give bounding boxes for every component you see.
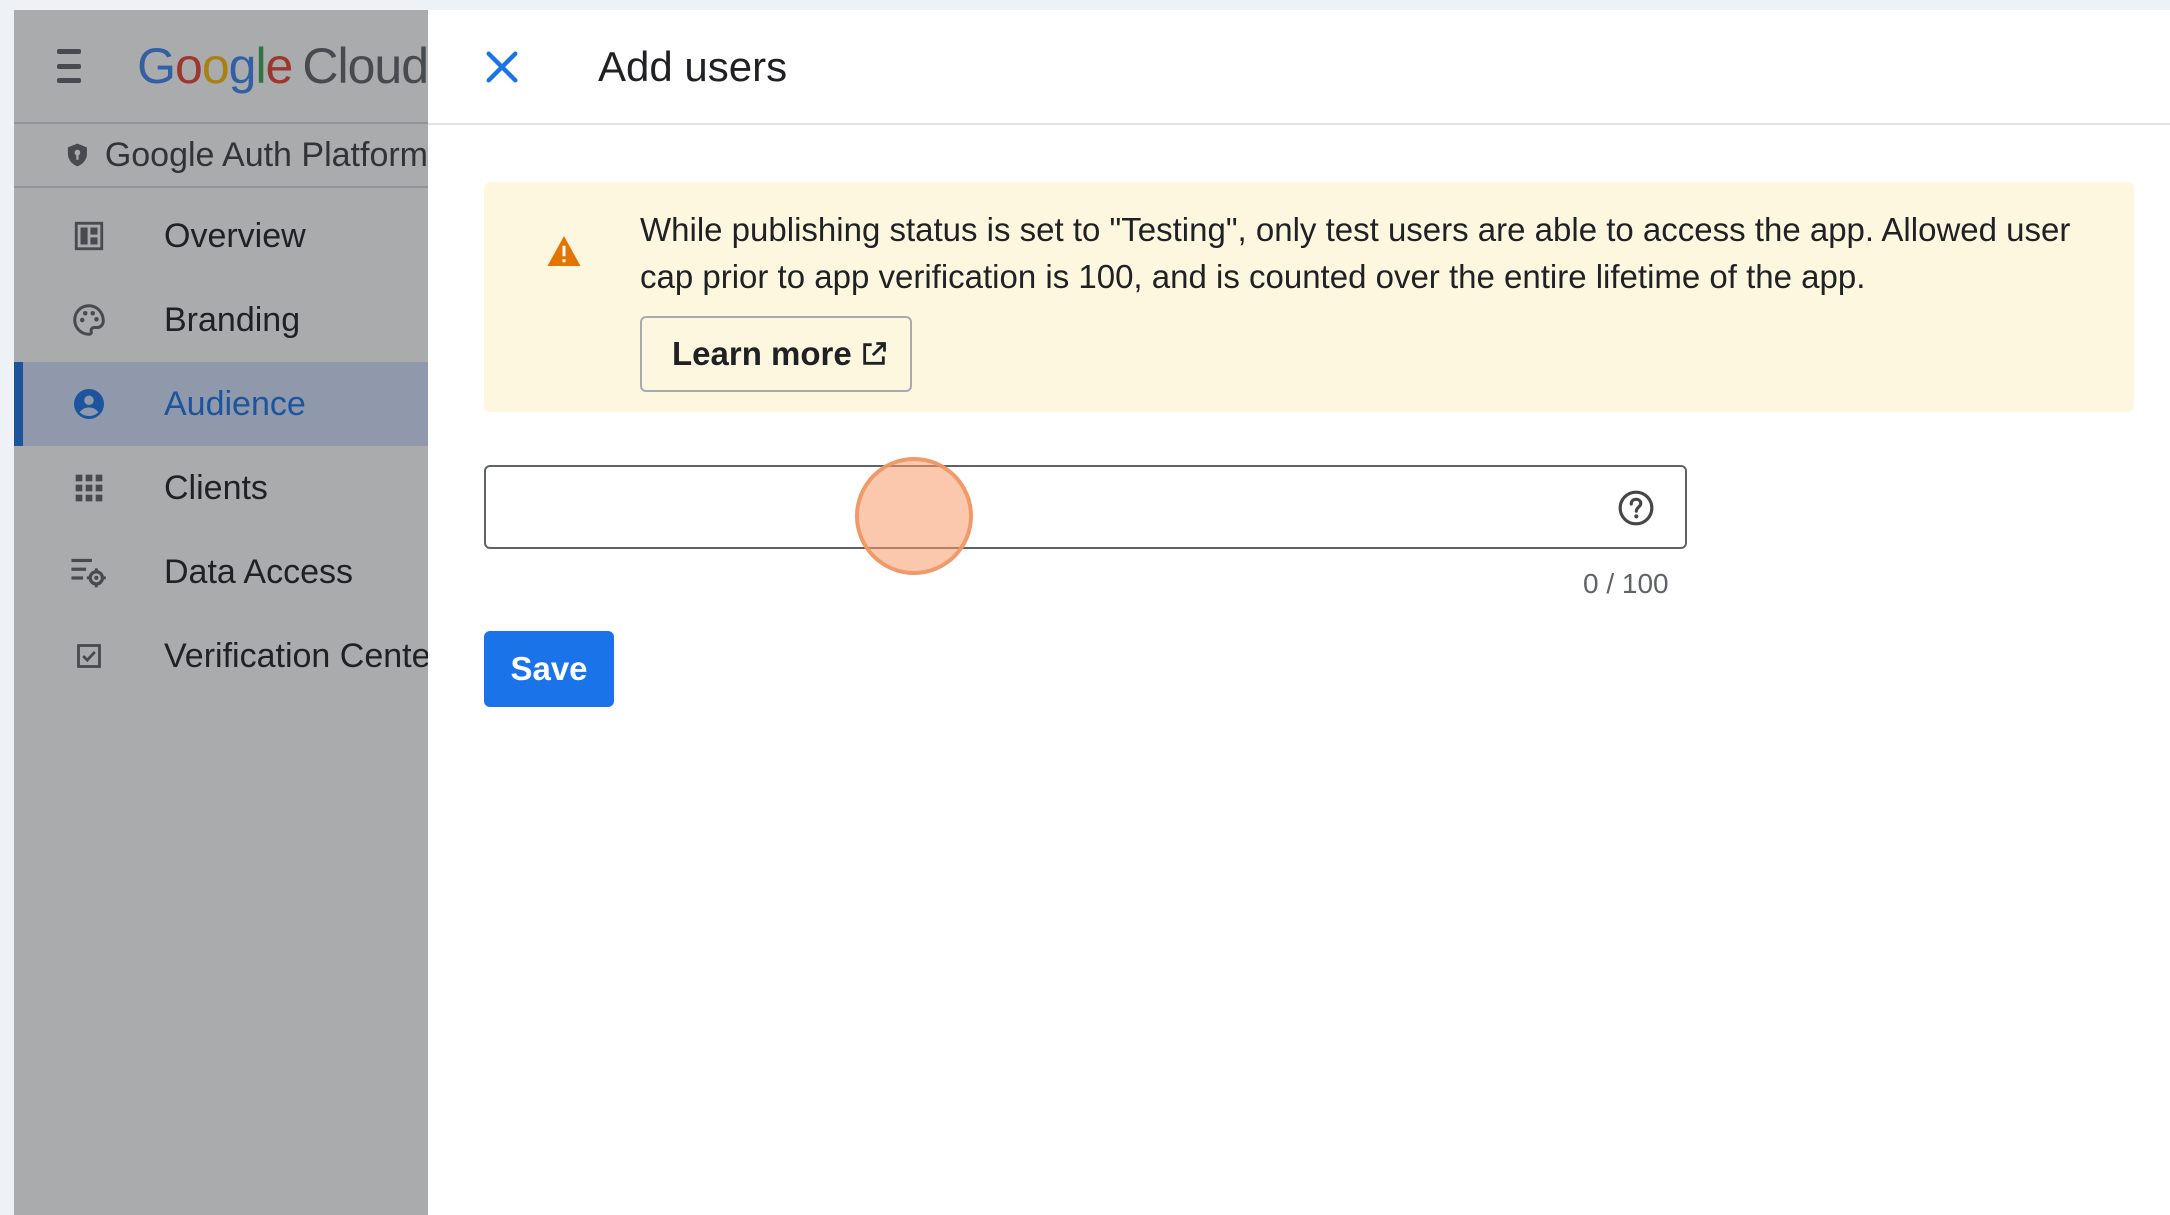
panel-header: Add users (428, 10, 2170, 125)
save-button[interactable]: Save (484, 631, 614, 707)
help-icon[interactable] (1617, 489, 1655, 527)
close-icon (486, 51, 518, 83)
add-users-panel: Add users While publishing status is set… (428, 10, 2170, 1215)
open-in-new-icon (863, 342, 886, 365)
user-email-input[interactable] (506, 477, 1586, 537)
learn-more-label: Learn more (672, 335, 852, 372)
warning-icon (547, 236, 581, 266)
learn-more-button[interactable]: Learn more (640, 316, 912, 392)
modal-scrim[interactable] (14, 10, 428, 1215)
user-email-field[interactable] (484, 465, 1687, 549)
panel-title: Add users (598, 42, 788, 90)
close-button[interactable] (472, 37, 532, 97)
character-counter: 0 / 100 (1583, 568, 1669, 599)
warning-banner: While publishing status is set to "Testi… (484, 182, 2134, 412)
app-window: Google Cloud Google Auth Platform Overvie… (14, 10, 2170, 1215)
banner-message: While publishing status is set to "Testi… (640, 211, 2071, 295)
